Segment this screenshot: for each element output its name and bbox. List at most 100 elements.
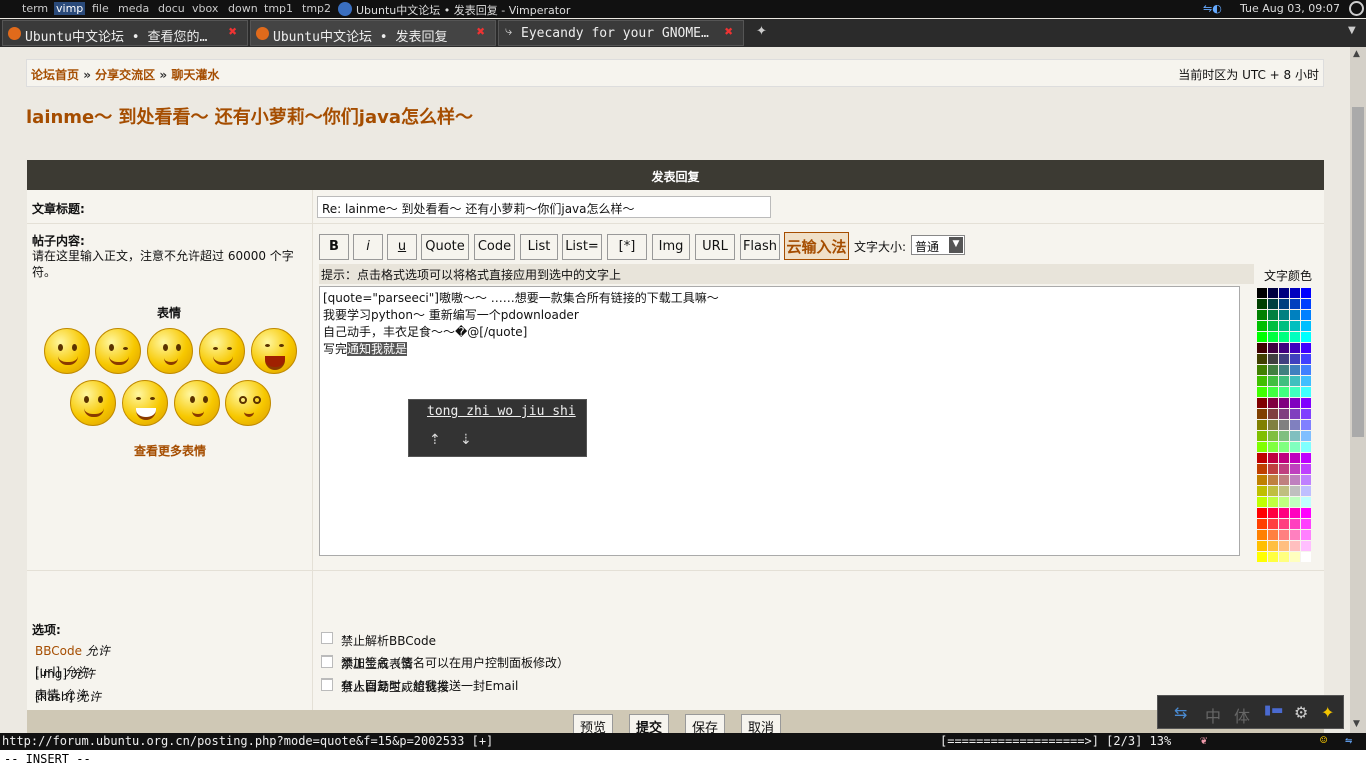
color-swatch[interactable] [1290, 519, 1300, 529]
color-swatch[interactable] [1279, 398, 1289, 408]
color-swatch[interactable] [1301, 354, 1311, 364]
color-swatch[interactable] [1290, 530, 1300, 540]
quote-button[interactable]: Quote [421, 234, 469, 260]
color-swatch[interactable] [1268, 343, 1278, 353]
color-swatch[interactable] [1268, 486, 1278, 496]
color-swatch[interactable] [1301, 475, 1311, 485]
color-swatch[interactable] [1290, 508, 1300, 518]
smile-emoticon[interactable] [44, 328, 90, 374]
smirk-emoticon[interactable] [147, 328, 193, 374]
color-swatch[interactable] [1301, 464, 1311, 474]
color-swatch[interactable] [1279, 453, 1289, 463]
vertical-scrollbar[interactable]: ▲ ▼ [1350, 47, 1366, 733]
color-swatch[interactable] [1268, 332, 1278, 342]
more-emoticons-link[interactable]: 查看更多表情 [134, 442, 206, 459]
tab-list-icon[interactable]: ▼ [1348, 25, 1356, 36]
color-swatch[interactable] [1268, 497, 1278, 507]
network-icon[interactable]: ⇋◐ [1203, 2, 1233, 16]
scroll-up-icon[interactable]: ▲ [1353, 49, 1360, 59]
attach-signature-checkbox[interactable] [321, 656, 333, 668]
code-button[interactable]: Code [474, 234, 515, 260]
color-swatch[interactable] [1279, 475, 1289, 485]
wink-emoticon[interactable] [95, 328, 141, 374]
tab-3[interactable]: ⤷ Eyecandy for your GNOME… ✖ [498, 20, 744, 46]
color-swatch[interactable] [1301, 310, 1311, 320]
color-swatch[interactable] [1268, 442, 1278, 452]
color-swatch[interactable] [1290, 442, 1300, 452]
workspace-vbox[interactable]: vbox [190, 2, 220, 15]
color-swatch[interactable] [1301, 409, 1311, 419]
color-swatch[interactable] [1268, 552, 1278, 562]
color-swatch[interactable] [1290, 365, 1300, 375]
color-swatch[interactable] [1279, 552, 1289, 562]
color-swatch[interactable] [1257, 442, 1267, 452]
font-size-select[interactable]: 普通 ▼ [911, 235, 965, 255]
color-swatch[interactable] [1257, 530, 1267, 540]
cancel-button[interactable]: 取消 [741, 714, 781, 733]
color-swatch[interactable] [1301, 420, 1311, 430]
color-swatch[interactable] [1301, 453, 1311, 463]
color-swatch[interactable] [1257, 552, 1267, 562]
color-swatch[interactable] [1268, 453, 1278, 463]
color-swatch[interactable] [1257, 541, 1267, 551]
color-swatch[interactable] [1279, 321, 1289, 331]
scrollbar-thumb[interactable] [1352, 107, 1364, 437]
color-swatch[interactable] [1301, 541, 1311, 551]
color-swatch[interactable] [1301, 552, 1311, 562]
color-swatch[interactable] [1290, 387, 1300, 397]
save-button[interactable]: 保存 [685, 714, 725, 733]
color-swatch[interactable] [1257, 486, 1267, 496]
color-swatch[interactable] [1257, 376, 1267, 386]
color-swatch[interactable] [1257, 332, 1267, 342]
color-swatch[interactable] [1268, 376, 1278, 386]
color-swatch[interactable] [1268, 387, 1278, 397]
workspace-vimp[interactable]: vimp [54, 2, 86, 15]
color-swatch[interactable] [1290, 541, 1300, 551]
color-swatch[interactable] [1301, 497, 1311, 507]
color-swatch[interactable] [1257, 464, 1267, 474]
color-swatch[interactable] [1257, 343, 1267, 353]
color-swatch[interactable] [1257, 420, 1267, 430]
color-swatch[interactable] [1279, 387, 1289, 397]
color-swatch[interactable] [1268, 464, 1278, 474]
color-swatch[interactable] [1290, 376, 1300, 386]
bold-button[interactable]: B [319, 234, 349, 260]
underline-button[interactable]: u [387, 234, 417, 260]
color-swatch[interactable] [1268, 398, 1278, 408]
disable-bbcode-checkbox[interactable] [321, 632, 333, 644]
close-tab-icon[interactable]: ✖ [725, 24, 733, 40]
star-icon[interactable]: ✦ [1321, 703, 1334, 722]
color-swatch[interactable] [1279, 486, 1289, 496]
color-swatch[interactable] [1279, 354, 1289, 364]
url-button[interactable]: URL [695, 234, 735, 260]
workspace-down[interactable]: down [226, 2, 260, 15]
close-tab-icon[interactable]: ✖ [477, 24, 485, 40]
preview-button[interactable]: 预览 [573, 714, 613, 733]
color-swatch[interactable] [1268, 508, 1278, 518]
network-status-icon[interactable]: ⇋ [1345, 733, 1352, 747]
workspace-docu[interactable]: docu [156, 2, 187, 15]
color-swatch[interactable] [1279, 508, 1289, 518]
color-swatch[interactable] [1268, 365, 1278, 375]
color-swatch[interactable] [1290, 321, 1300, 331]
color-swatch[interactable] [1257, 310, 1267, 320]
color-swatch[interactable] [1290, 299, 1300, 309]
color-swatch[interactable] [1257, 519, 1267, 529]
breadcrumb-section[interactable]: 分享交流区 [95, 68, 155, 82]
img-button[interactable]: Img [652, 234, 690, 260]
color-swatch[interactable] [1301, 442, 1311, 452]
color-swatch[interactable] [1301, 431, 1311, 441]
close-tab-icon[interactable]: ✖ [229, 24, 237, 40]
color-swatch[interactable] [1257, 398, 1267, 408]
subject-input[interactable]: Re: lainme～ 到处看看～ 还有小萝莉～你们java怎么样～ [317, 196, 771, 218]
color-swatch[interactable] [1301, 387, 1311, 397]
color-swatch[interactable] [1301, 332, 1311, 342]
addon-icon[interactable]: ❦ [1200, 733, 1207, 747]
thinking-emoticon[interactable] [174, 380, 220, 426]
flash-button[interactable]: Flash [740, 234, 780, 260]
color-swatch[interactable] [1279, 442, 1289, 452]
dizzy-emoticon[interactable] [225, 380, 271, 426]
laugh-emoticon[interactable] [251, 328, 297, 374]
color-swatch[interactable] [1257, 497, 1267, 507]
color-swatch[interactable] [1257, 321, 1267, 331]
